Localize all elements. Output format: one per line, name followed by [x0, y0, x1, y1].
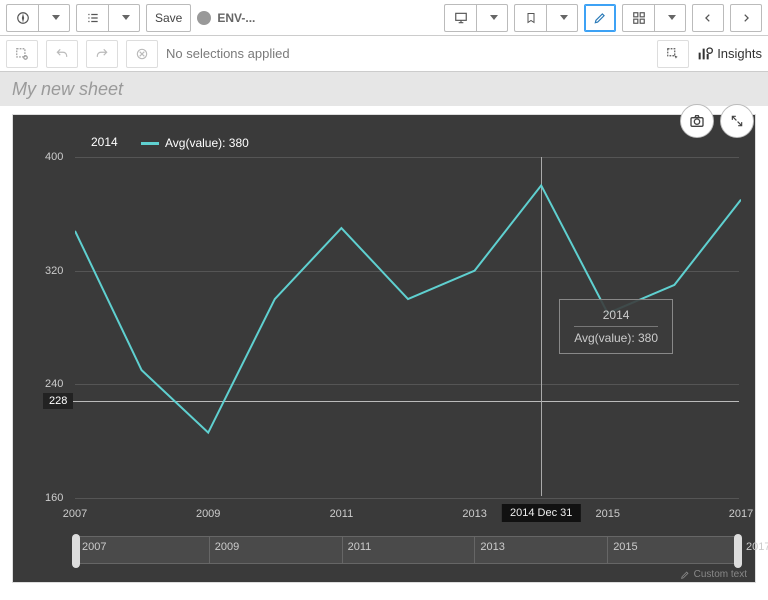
y-axis-tick: 240	[45, 378, 63, 390]
camera-icon	[689, 113, 705, 129]
insights-label: Insights	[717, 46, 762, 61]
list-icon	[86, 11, 100, 25]
step-back-button[interactable]	[46, 40, 78, 68]
no-selections-text: No selections applied	[166, 46, 290, 61]
save-button[interactable]: Save	[146, 4, 191, 32]
selections-bar: No selections applied Insights	[0, 36, 768, 72]
next-sheet-button[interactable]	[730, 4, 762, 32]
prev-sheet-button[interactable]	[692, 4, 724, 32]
bookmark-dropdown[interactable]	[546, 4, 578, 32]
y-axis-tick: 160	[45, 492, 63, 504]
edit-button[interactable]	[584, 4, 616, 32]
app-name-label: ENV-...	[217, 11, 255, 25]
chevron-right-icon	[741, 12, 751, 24]
x-axis-tick: 2011	[330, 508, 354, 520]
nav-menu-dropdown[interactable]	[38, 4, 70, 32]
y-axis-tick: 400	[45, 151, 63, 163]
present-button[interactable]	[444, 4, 476, 32]
legend-measure: Avg(value): 380	[165, 136, 249, 150]
range-handle-right[interactable]	[734, 534, 742, 568]
chevron-down-icon	[668, 15, 676, 20]
range-slider-tick: 2013	[480, 541, 504, 553]
sheet-title[interactable]: My new sheet	[12, 79, 123, 100]
selections-tool-button[interactable]	[657, 40, 689, 68]
search-selection-icon	[15, 47, 29, 61]
bookmark-icon	[525, 11, 537, 25]
list-button[interactable]	[76, 4, 108, 32]
undo-icon	[55, 47, 69, 61]
sheet-grid-button[interactable]	[622, 4, 654, 32]
grid-icon	[632, 11, 646, 25]
bookmark-button[interactable]	[514, 4, 546, 32]
presentation-icon	[454, 11, 468, 25]
app-dot-icon	[197, 11, 211, 25]
selections-tool-icon	[666, 47, 680, 61]
range-slider-tick: 2011	[348, 541, 372, 553]
footer-label: Custom text	[694, 569, 747, 580]
present-dropdown[interactable]	[476, 4, 508, 32]
range-slider-tick: 2017	[746, 541, 768, 553]
reference-line-label: 228	[43, 393, 73, 409]
redo-icon	[95, 47, 109, 61]
compass-icon	[16, 11, 30, 25]
nav-menu-button[interactable]	[6, 4, 38, 32]
clear-selections-button[interactable]	[126, 40, 158, 68]
snapshot-button[interactable]	[680, 104, 714, 138]
y-axis-tick: 320	[45, 265, 63, 277]
range-slider[interactable]: 200720092011201320152017	[75, 536, 739, 564]
edit-text-icon	[680, 570, 690, 580]
hover-x-label: 2014 Dec 31	[502, 504, 580, 522]
smart-search-button[interactable]	[6, 40, 38, 68]
insights-button[interactable]: Insights	[697, 46, 762, 62]
x-axis-tick: 2007	[63, 508, 87, 520]
x-axis-tick: 2013	[462, 508, 486, 520]
tooltip-value: Avg(value): 380	[574, 331, 658, 345]
chart-tooltip: 2014 Avg(value): 380	[559, 299, 673, 354]
chevron-down-icon	[560, 15, 568, 20]
legend-year: 2014	[91, 135, 118, 149]
clear-icon	[135, 47, 149, 61]
sheet-grid-dropdown[interactable]	[654, 4, 686, 32]
step-forward-button[interactable]	[86, 40, 118, 68]
chevron-down-icon	[122, 15, 130, 20]
x-axis-tick: 2015	[596, 508, 620, 520]
insights-icon	[697, 46, 713, 62]
chevron-down-icon	[490, 15, 498, 20]
x-axis-tick: 2009	[196, 508, 220, 520]
x-axis-tick: 2017	[729, 508, 753, 520]
sheet-title-bar: My new sheet	[0, 72, 768, 106]
range-slider-tick: 2009	[215, 541, 239, 553]
chevron-down-icon	[52, 15, 60, 20]
footer-custom-text[interactable]: Custom text	[680, 569, 747, 580]
range-handle-left[interactable]	[72, 534, 80, 568]
top-toolbar: Save ENV-...	[0, 0, 768, 36]
line-chart[interactable]: 2014 Avg(value): 380 400 320 240 160 228 20…	[12, 114, 756, 583]
range-slider-tick: 2007	[82, 541, 106, 553]
legend-swatch	[141, 142, 159, 145]
fullscreen-button[interactable]	[720, 104, 754, 138]
pencil-icon	[593, 11, 607, 25]
range-slider-tick: 2015	[613, 541, 637, 553]
list-dropdown[interactable]	[108, 4, 140, 32]
tooltip-title: 2014	[574, 308, 658, 322]
chevron-left-icon	[703, 12, 713, 24]
expand-icon	[730, 114, 744, 128]
